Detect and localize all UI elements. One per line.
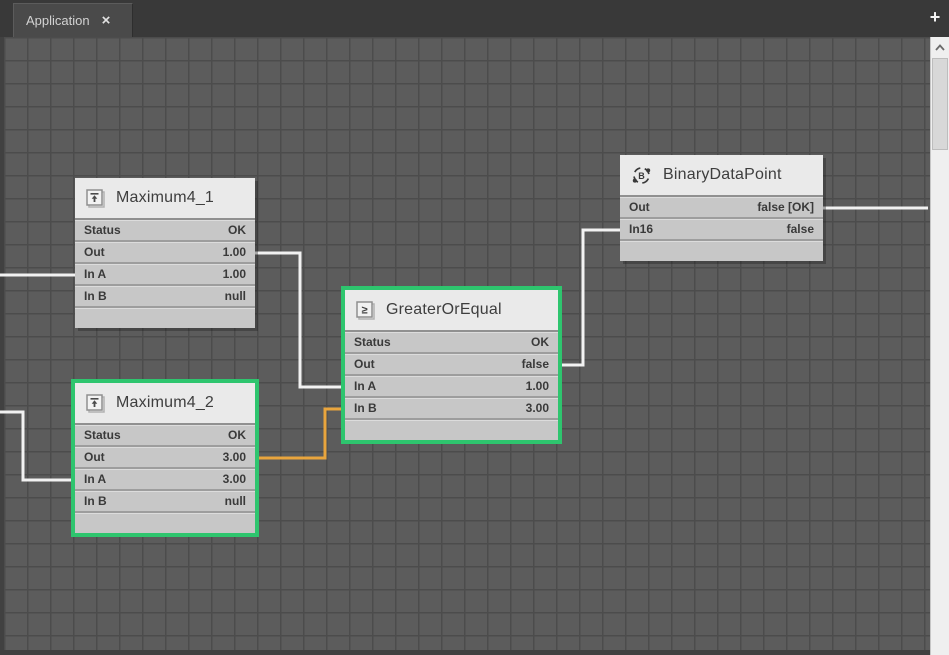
pin-row-status[interactable]: Status OK: [75, 425, 255, 447]
tab-close-icon[interactable]: ×: [102, 13, 111, 28]
pin-value: false [OK]: [757, 200, 814, 214]
binary-data-point-icon: B: [631, 165, 652, 186]
pin-label: In B: [84, 494, 107, 508]
pin-value: null: [225, 494, 246, 508]
block-title: GreaterOrEqual: [386, 301, 502, 319]
tab-bar: Application × +: [0, 0, 949, 37]
new-tab-icon[interactable]: +: [926, 7, 944, 27]
greater-or-equal-icon: ≥: [356, 301, 375, 320]
wire-maximum4-1-to-greaterorequal-inA[interactable]: [255, 253, 345, 387]
block-header[interactable]: Maximum4_1: [75, 178, 255, 220]
block-footer: [345, 420, 558, 440]
tab-application[interactable]: Application ×: [13, 3, 133, 37]
pin-label: Out: [629, 200, 650, 214]
pin-value: false: [522, 357, 549, 371]
pin-value: OK: [228, 428, 246, 442]
function-block-maximum4-1[interactable]: Maximum4_1 Status OK Out 1.00 In A 1.00 …: [75, 178, 255, 328]
svg-text:≥: ≥: [361, 304, 367, 316]
svg-text:B: B: [638, 171, 645, 181]
function-block-binarydatapoint[interactable]: B BinaryDataPoint Out false [OK] In16 fa…: [620, 155, 823, 261]
pin-label: Status: [354, 335, 391, 349]
wire-maximum4-2-to-greaterorequal-inB[interactable]: [259, 409, 345, 458]
pin-value: null: [225, 289, 246, 303]
pin-value: 1.00: [526, 379, 549, 393]
wire-to-maximum4-2-inA[interactable]: [0, 412, 75, 480]
tab-label: Application: [26, 13, 90, 28]
pin-row-out[interactable]: Out false: [345, 354, 558, 376]
function-block-greaterorequal[interactable]: ≥ GreaterOrEqual Status OK Out false In …: [345, 290, 558, 440]
pin-value: OK: [531, 335, 549, 349]
pin-row-in16[interactable]: In16 false: [620, 219, 823, 241]
block-title: Maximum4_2: [116, 394, 214, 412]
pin-value: 1.00: [223, 267, 246, 281]
block-title: Maximum4_1: [116, 189, 214, 207]
pin-label: In A: [84, 472, 106, 486]
pin-label: Out: [84, 450, 105, 464]
block-header[interactable]: B BinaryDataPoint: [620, 155, 823, 197]
pin-label: Out: [354, 357, 375, 371]
pin-label: Status: [84, 428, 121, 442]
pin-value: 3.00: [223, 472, 246, 486]
pin-row-inB[interactable]: In B null: [75, 491, 255, 513]
pin-label: In A: [84, 267, 106, 281]
vertical-scrollbar[interactable]: [930, 37, 949, 655]
pin-value: 3.00: [526, 401, 549, 415]
pin-row-inA[interactable]: In A 1.00: [75, 264, 255, 286]
block-footer: [75, 513, 255, 533]
pin-row-out[interactable]: Out 1.00: [75, 242, 255, 264]
pin-label: In B: [84, 289, 107, 303]
pin-label: Status: [84, 223, 121, 237]
pin-label: In16: [629, 222, 653, 236]
block-footer: [620, 241, 823, 261]
pin-row-inB[interactable]: In B null: [75, 286, 255, 308]
pin-row-status[interactable]: Status OK: [345, 332, 558, 354]
block-footer: [75, 308, 255, 328]
pin-value: OK: [228, 223, 246, 237]
pin-row-inA[interactable]: In A 3.00: [75, 469, 255, 491]
pin-row-out[interactable]: Out 3.00: [75, 447, 255, 469]
function-block-maximum4-2[interactable]: Maximum4_2 Status OK Out 3.00 In A 3.00 …: [75, 383, 255, 533]
wire-greaterorequal-to-binarydatapoint-in16[interactable]: [558, 230, 620, 365]
scrollbar-thumb[interactable]: [932, 58, 948, 150]
block-title: BinaryDataPoint: [663, 166, 782, 184]
pin-value: 3.00: [223, 450, 246, 464]
pin-label: In B: [354, 401, 377, 415]
block-header[interactable]: Maximum4_2: [75, 383, 255, 425]
pin-value: 1.00: [223, 245, 246, 259]
chevron-up-icon: [935, 44, 945, 51]
pin-row-inB[interactable]: In B 3.00: [345, 398, 558, 420]
pin-label: In A: [354, 379, 376, 393]
maximum-icon: [86, 189, 105, 208]
scrollbar-up-button[interactable]: [931, 37, 949, 58]
pin-label: Out: [84, 245, 105, 259]
pin-value: false: [787, 222, 814, 236]
pin-row-inA[interactable]: In A 1.00: [345, 376, 558, 398]
pin-row-out[interactable]: Out false [OK]: [620, 197, 823, 219]
pin-row-status[interactable]: Status OK: [75, 220, 255, 242]
block-header[interactable]: ≥ GreaterOrEqual: [345, 290, 558, 332]
wire-sheet-canvas[interactable]: Maximum4_1 Status OK Out 1.00 In A 1.00 …: [0, 37, 930, 655]
maximum-icon: [86, 394, 105, 413]
